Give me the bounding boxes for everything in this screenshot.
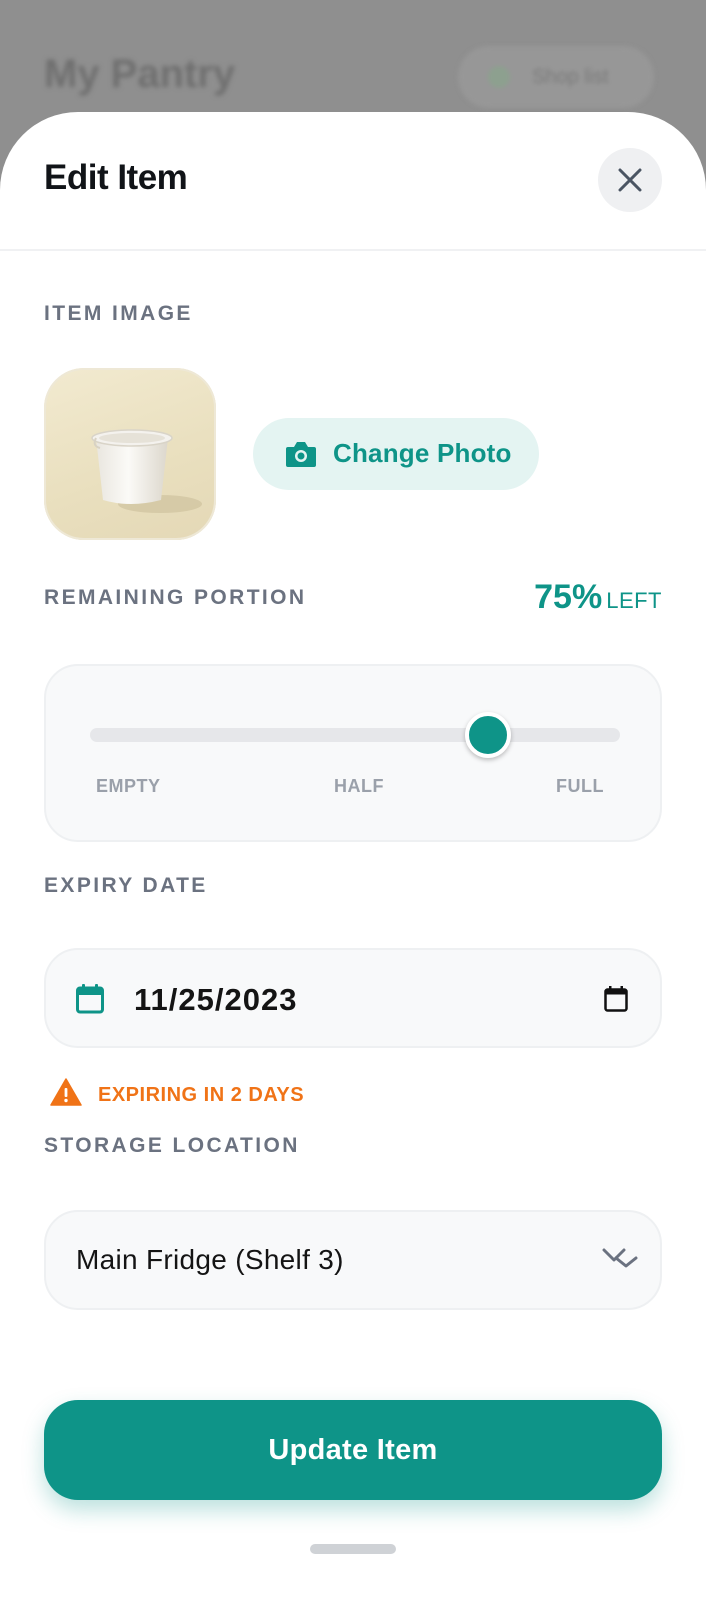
warning-icon — [50, 1078, 82, 1106]
tick-label-full: FULL — [556, 776, 604, 796]
portion-unit: LEFT — [606, 588, 662, 613]
change-photo-button[interactable]: Change Photo — [253, 418, 539, 490]
yogurt-cup-image — [91, 429, 202, 513]
expiry-warning-text: EXPIRING IN 2 DAYS — [98, 1084, 305, 1106]
expiry-date-input[interactable]: 11/25/2023 — [44, 948, 662, 1048]
background-page-title: My Pantry — [44, 52, 236, 96]
home-indicator — [310, 1544, 396, 1554]
portion-slider-track[interactable] — [90, 728, 620, 742]
expiry-date-value: 11/25/2023 — [134, 982, 298, 1017]
sheet-title: Edit Item — [44, 158, 188, 197]
edit-item-sheet: Edit Item ITEM IMAGE Change Photo REMAIN… — [0, 112, 706, 1600]
chevron-down-icon — [602, 1248, 638, 1268]
close-icon — [618, 168, 642, 192]
portion-percent: 75% — [534, 578, 603, 616]
close-button[interactable] — [598, 148, 662, 212]
update-item-button[interactable]: Update Item — [44, 1400, 662, 1500]
remaining-portion-label: REMAINING PORTION — [44, 586, 307, 609]
item-photo — [44, 368, 216, 540]
expiry-date-label: EXPIRY DATE — [44, 874, 208, 897]
portion-readout: 75% LEFT — [534, 578, 662, 617]
calendar-icon — [76, 984, 104, 1014]
storage-location-select[interactable]: Main Fridge (Shelf 3) — [44, 1210, 662, 1310]
item-image-label: ITEM IMAGE — [44, 302, 193, 325]
tick-label-empty: EMPTY — [96, 776, 161, 796]
tick-label-half: HALF — [334, 776, 384, 796]
background-shop-pill: Shop list — [458, 46, 654, 108]
screen: My Pantry Shop list Edit Item ITEM IMAGE — [0, 0, 706, 1600]
portion-slider-card: EMPTY HALF FULL — [44, 664, 662, 842]
camera-icon — [286, 442, 316, 467]
portion-slider-thumb[interactable] — [464, 712, 511, 758]
storage-location-value: Main Fridge (Shelf 3) — [76, 1244, 344, 1275]
background-pill-icon — [488, 66, 510, 88]
sheet-header: Edit Item — [0, 112, 706, 251]
date-picker-icon[interactable] — [604, 986, 628, 1012]
storage-location-label: STORAGE LOCATION — [44, 1134, 300, 1157]
change-photo-label: Change Photo — [333, 438, 512, 468]
update-item-label: Update Item — [268, 1433, 438, 1466]
background-pill-label: Shop list — [532, 66, 609, 88]
